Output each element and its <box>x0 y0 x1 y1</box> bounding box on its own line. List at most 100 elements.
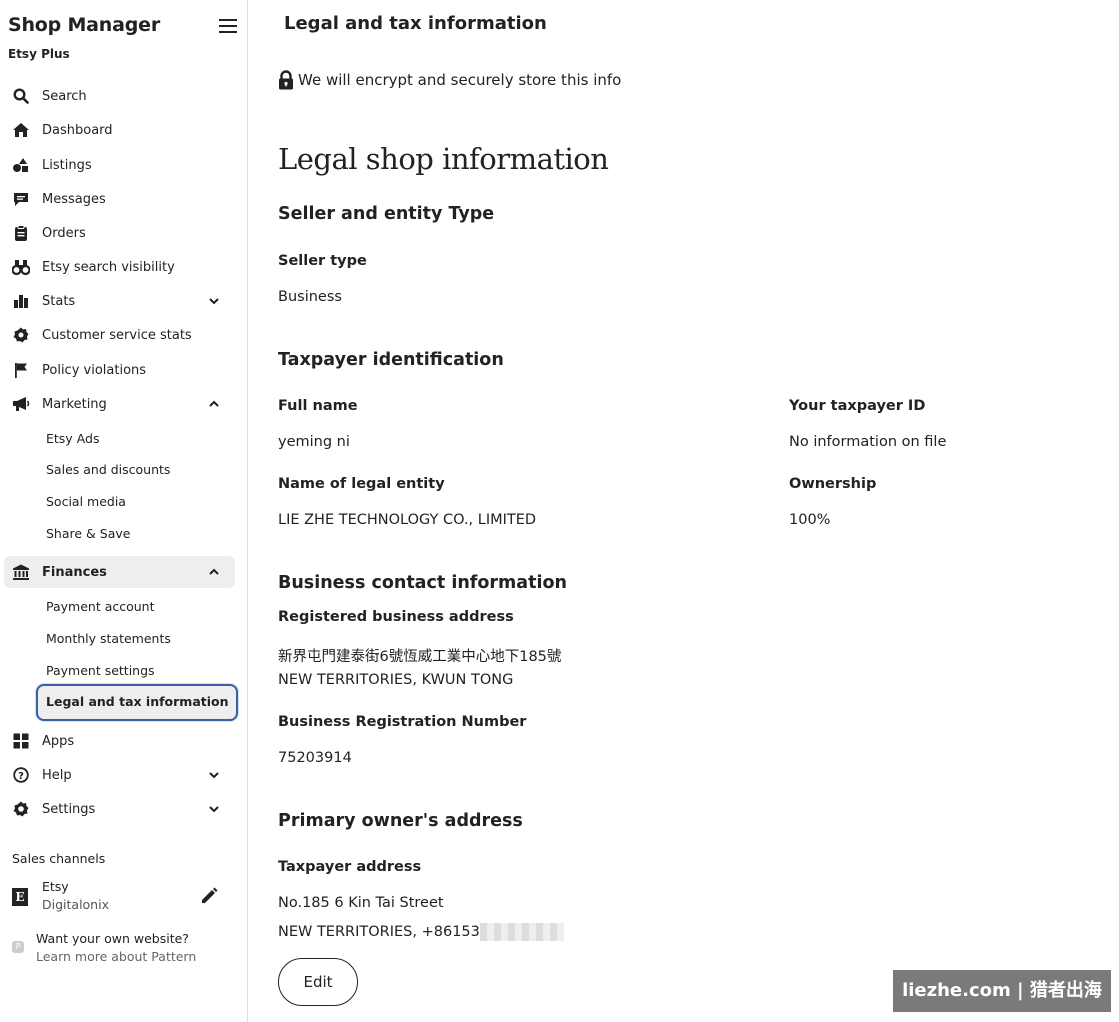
sidebar-item-label: Apps <box>42 733 75 749</box>
sidebar-item-label: Customer service stats <box>42 327 192 343</box>
reg-address-line2: NEW TERRITORIES, KWUN TONG <box>278 672 514 688</box>
sidebar-item-dashboard[interactable]: Dashboard <box>4 114 235 146</box>
sidebar-item-settings[interactable]: Settings <box>4 793 235 825</box>
page-title: Legal and tax information <box>284 13 547 34</box>
taxpayer-id-value: No information on file <box>789 434 947 450</box>
sidebar-subitem-payment-settings[interactable]: Payment settings <box>46 661 155 681</box>
main-content: Legal and tax information We will encryp… <box>249 0 1119 1022</box>
grid-icon <box>12 732 30 750</box>
shapes-icon <box>12 156 30 174</box>
sidebar-item-label: Listings <box>42 157 92 173</box>
legal-shop-heading: Legal shop information <box>278 142 609 176</box>
pattern-icon: P <box>12 941 24 953</box>
app-title: Shop Manager <box>8 14 161 36</box>
gear-icon <box>12 800 30 818</box>
sidebar: Shop Manager Etsy Plus Search Dashboard … <box>0 0 248 1022</box>
sidebar-item-label: Finances <box>42 564 107 580</box>
legal-entity-label: Name of legal entity <box>278 476 445 492</box>
ownership-label: Ownership <box>789 476 877 492</box>
full-name-value: yeming ni <box>278 434 350 450</box>
chat-icon <box>12 190 30 208</box>
taxpayer-address-line2: NEW TERRITORIES, +86153 <box>278 923 564 941</box>
sidebar-subitem-sales-discounts[interactable]: Sales and discounts <box>46 460 170 480</box>
sidebar-item-search-visibility[interactable]: Etsy search visibility <box>4 251 235 283</box>
taxpayer-heading: Taxpayer identification <box>278 350 504 370</box>
sidebar-subitem-legal-tax[interactable]: Legal and tax information <box>36 684 238 721</box>
pencil-icon[interactable] <box>200 887 218 905</box>
sidebar-item-search[interactable]: Search <box>4 80 235 112</box>
taxpayer-address-label: Taxpayer address <box>278 859 422 875</box>
secure-note: We will encrypt and securely store this … <box>277 70 621 90</box>
edit-button[interactable]: Edit <box>278 958 358 1006</box>
menu-icon[interactable] <box>219 19 237 35</box>
sidebar-subitem-label: Legal and tax information <box>46 694 229 709</box>
chevron-down-icon[interactable] <box>207 802 221 816</box>
owner-address-heading: Primary owner's address <box>278 811 523 831</box>
sidebar-item-label: Orders <box>42 225 86 241</box>
sidebar-item-orders[interactable]: Orders <box>4 217 235 249</box>
lock-icon <box>279 70 293 90</box>
sidebar-item-label: Search <box>42 88 87 104</box>
sales-channel-etsy[interactable]: E Etsy Digitalonix <box>8 878 234 918</box>
sidebar-item-label: Stats <box>42 293 76 309</box>
sidebar-item-listings[interactable]: Listings <box>4 149 235 181</box>
home-icon <box>12 121 30 139</box>
etsy-logo-icon: E <box>12 888 28 906</box>
promo-link[interactable]: Learn more about Pattern <box>36 949 196 964</box>
sidebar-item-help[interactable]: ? Help <box>4 759 235 791</box>
sidebar-subitem-payment-account[interactable]: Payment account <box>46 597 155 617</box>
megaphone-icon <box>12 395 30 413</box>
taxpayer-address-phone: NEW TERRITORIES, +86153 <box>278 924 480 940</box>
bank-icon <box>12 563 30 581</box>
seller-type-value: Business <box>278 289 342 305</box>
chevron-up-icon[interactable] <box>207 397 221 411</box>
sidebar-subitem-social-media[interactable]: Social media <box>46 492 126 512</box>
redacted-blur <box>479 923 564 941</box>
chevron-down-icon[interactable] <box>207 294 221 308</box>
binoculars-icon <box>12 258 30 276</box>
sales-channels-label: Sales channels <box>12 851 106 866</box>
watermark-banner: liezhe.com | 猎者出海 <box>893 970 1111 1012</box>
sidebar-item-stats[interactable]: Stats <box>4 285 235 317</box>
gear-badge-icon <box>12 326 30 344</box>
chevron-down-icon[interactable] <box>207 768 221 782</box>
sidebar-item-apps[interactable]: Apps <box>4 725 235 757</box>
channel-name: Etsy <box>42 879 69 894</box>
seller-entity-heading: Seller and entity Type <box>278 204 495 224</box>
reg-address-label: Registered business address <box>278 609 514 625</box>
pattern-promo[interactable]: P Want your own website? Learn more abou… <box>8 930 234 970</box>
sidebar-item-marketing[interactable]: Marketing <box>4 388 235 420</box>
contact-heading: Business contact information <box>278 573 567 593</box>
sidebar-subitem-monthly-statements[interactable]: Monthly statements <box>46 629 171 649</box>
promo-title: Want your own website? <box>36 931 189 946</box>
sidebar-item-label: Help <box>42 767 72 783</box>
sidebar-item-policy[interactable]: Policy violations <box>4 354 235 386</box>
legal-entity-value: LIE ZHE TECHNOLOGY CO., LIMITED <box>278 512 537 528</box>
clipboard-icon <box>12 224 30 242</box>
plan-label: Etsy Plus <box>8 47 70 61</box>
sidebar-item-finances[interactable]: Finances <box>4 556 235 588</box>
channel-shop: Digitalonix <box>42 897 109 912</box>
sidebar-item-label: Marketing <box>42 396 107 412</box>
full-name-label: Full name <box>278 398 358 414</box>
flag-icon <box>12 361 30 379</box>
sidebar-subitem-share-save[interactable]: Share & Save <box>46 524 130 544</box>
seller-type-label: Seller type <box>278 253 367 269</box>
sidebar-item-label: Dashboard <box>42 122 113 138</box>
search-icon <box>12 87 30 105</box>
sidebar-item-messages[interactable]: Messages <box>4 183 235 215</box>
secure-note-text: We will encrypt and securely store this … <box>298 71 622 89</box>
taxpayer-address-line1: No.185 6 Kin Tai Street <box>278 895 444 911</box>
reg-number-value: 75203914 <box>278 750 352 766</box>
bar-chart-icon <box>12 292 30 310</box>
svg-text:?: ? <box>18 771 24 782</box>
sidebar-subitem-etsy-ads[interactable]: Etsy Ads <box>46 429 99 449</box>
sidebar-item-label: Etsy search visibility <box>42 259 175 275</box>
sidebar-item-label: Policy violations <box>42 362 147 378</box>
chevron-up-icon[interactable] <box>207 565 221 579</box>
sidebar-item-customer-service[interactable]: Customer service stats <box>4 319 235 351</box>
taxpayer-id-label: Your taxpayer ID <box>789 398 926 414</box>
ownership-value: 100% <box>789 512 831 528</box>
sidebar-item-label: Settings <box>42 801 96 817</box>
question-icon: ? <box>12 766 30 784</box>
